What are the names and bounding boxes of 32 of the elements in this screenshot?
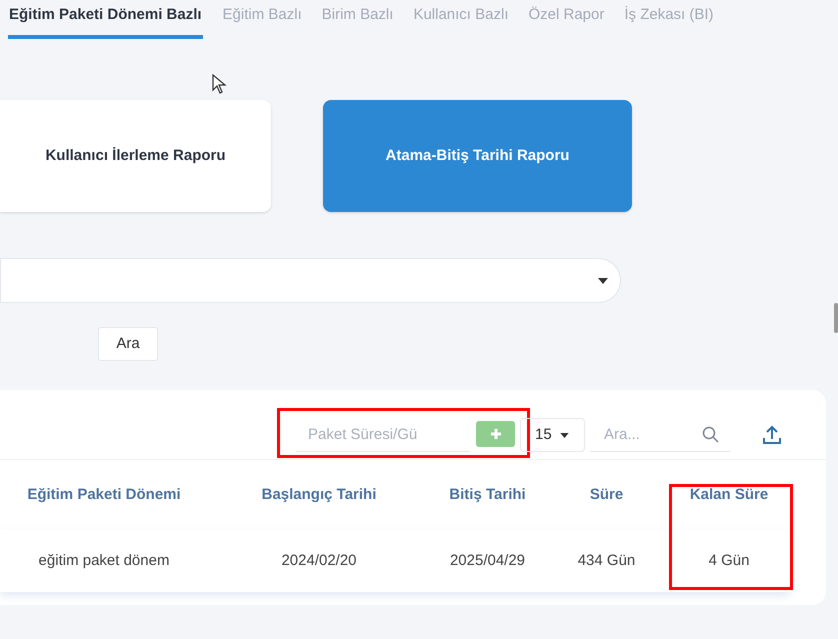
column-header: Başlangıç Tarihi (260, 484, 378, 505)
scrollbar-thumb[interactable] (834, 303, 838, 333)
report-card[interactable]: Kullanıcı İlerleme Raporu (0, 100, 271, 212)
tab[interactable]: Özel Rapor (528, 4, 604, 38)
duration-field[interactable]: Paket Süresi/Gü (296, 418, 470, 452)
table-cell-text: 2025/04/29 (448, 550, 526, 571)
column-header: Süre (588, 484, 624, 505)
column-header: Kalan Süre (688, 484, 770, 505)
tab[interactable]: Birim Bazlı (322, 4, 394, 38)
page-size-value: 15 (535, 424, 552, 445)
report-card[interactable]: Atama-Bitiş Tarihi Raporu (323, 100, 632, 212)
add-button[interactable] (476, 421, 515, 447)
caret-icon (598, 278, 608, 284)
tab[interactable]: Eğitim Paketi Dönemi Bazlı (8, 4, 203, 38)
plus-icon (490, 428, 502, 440)
dropdown-field[interactable] (0, 258, 621, 303)
cursor-icon (212, 74, 228, 94)
tab[interactable]: İş Zekası (BI) (624, 4, 714, 38)
search-button[interactable]: Ara (98, 327, 158, 361)
table-cell-text: 4 Gün (708, 550, 750, 571)
search-icon (702, 426, 719, 443)
upload-icon[interactable] (763, 425, 781, 444)
table-cell-text: 434 Gün (576, 550, 636, 571)
table-cell-text: 2024/02/20 (280, 550, 358, 571)
column-header: Bitiş Tarihi (448, 484, 527, 505)
search-field[interactable]: Ara... (590, 418, 730, 452)
page-size-select[interactable]: 15 (520, 418, 585, 452)
tab[interactable]: Kullanıcı Bazlı (413, 4, 508, 38)
column-header: Eğitim Paketi Dönemi (26, 484, 182, 505)
table-cell-text: eğitim paket dönem (38, 550, 170, 571)
caret-icon (560, 432, 569, 438)
tab[interactable]: Eğitim Bazlı (222, 4, 302, 38)
